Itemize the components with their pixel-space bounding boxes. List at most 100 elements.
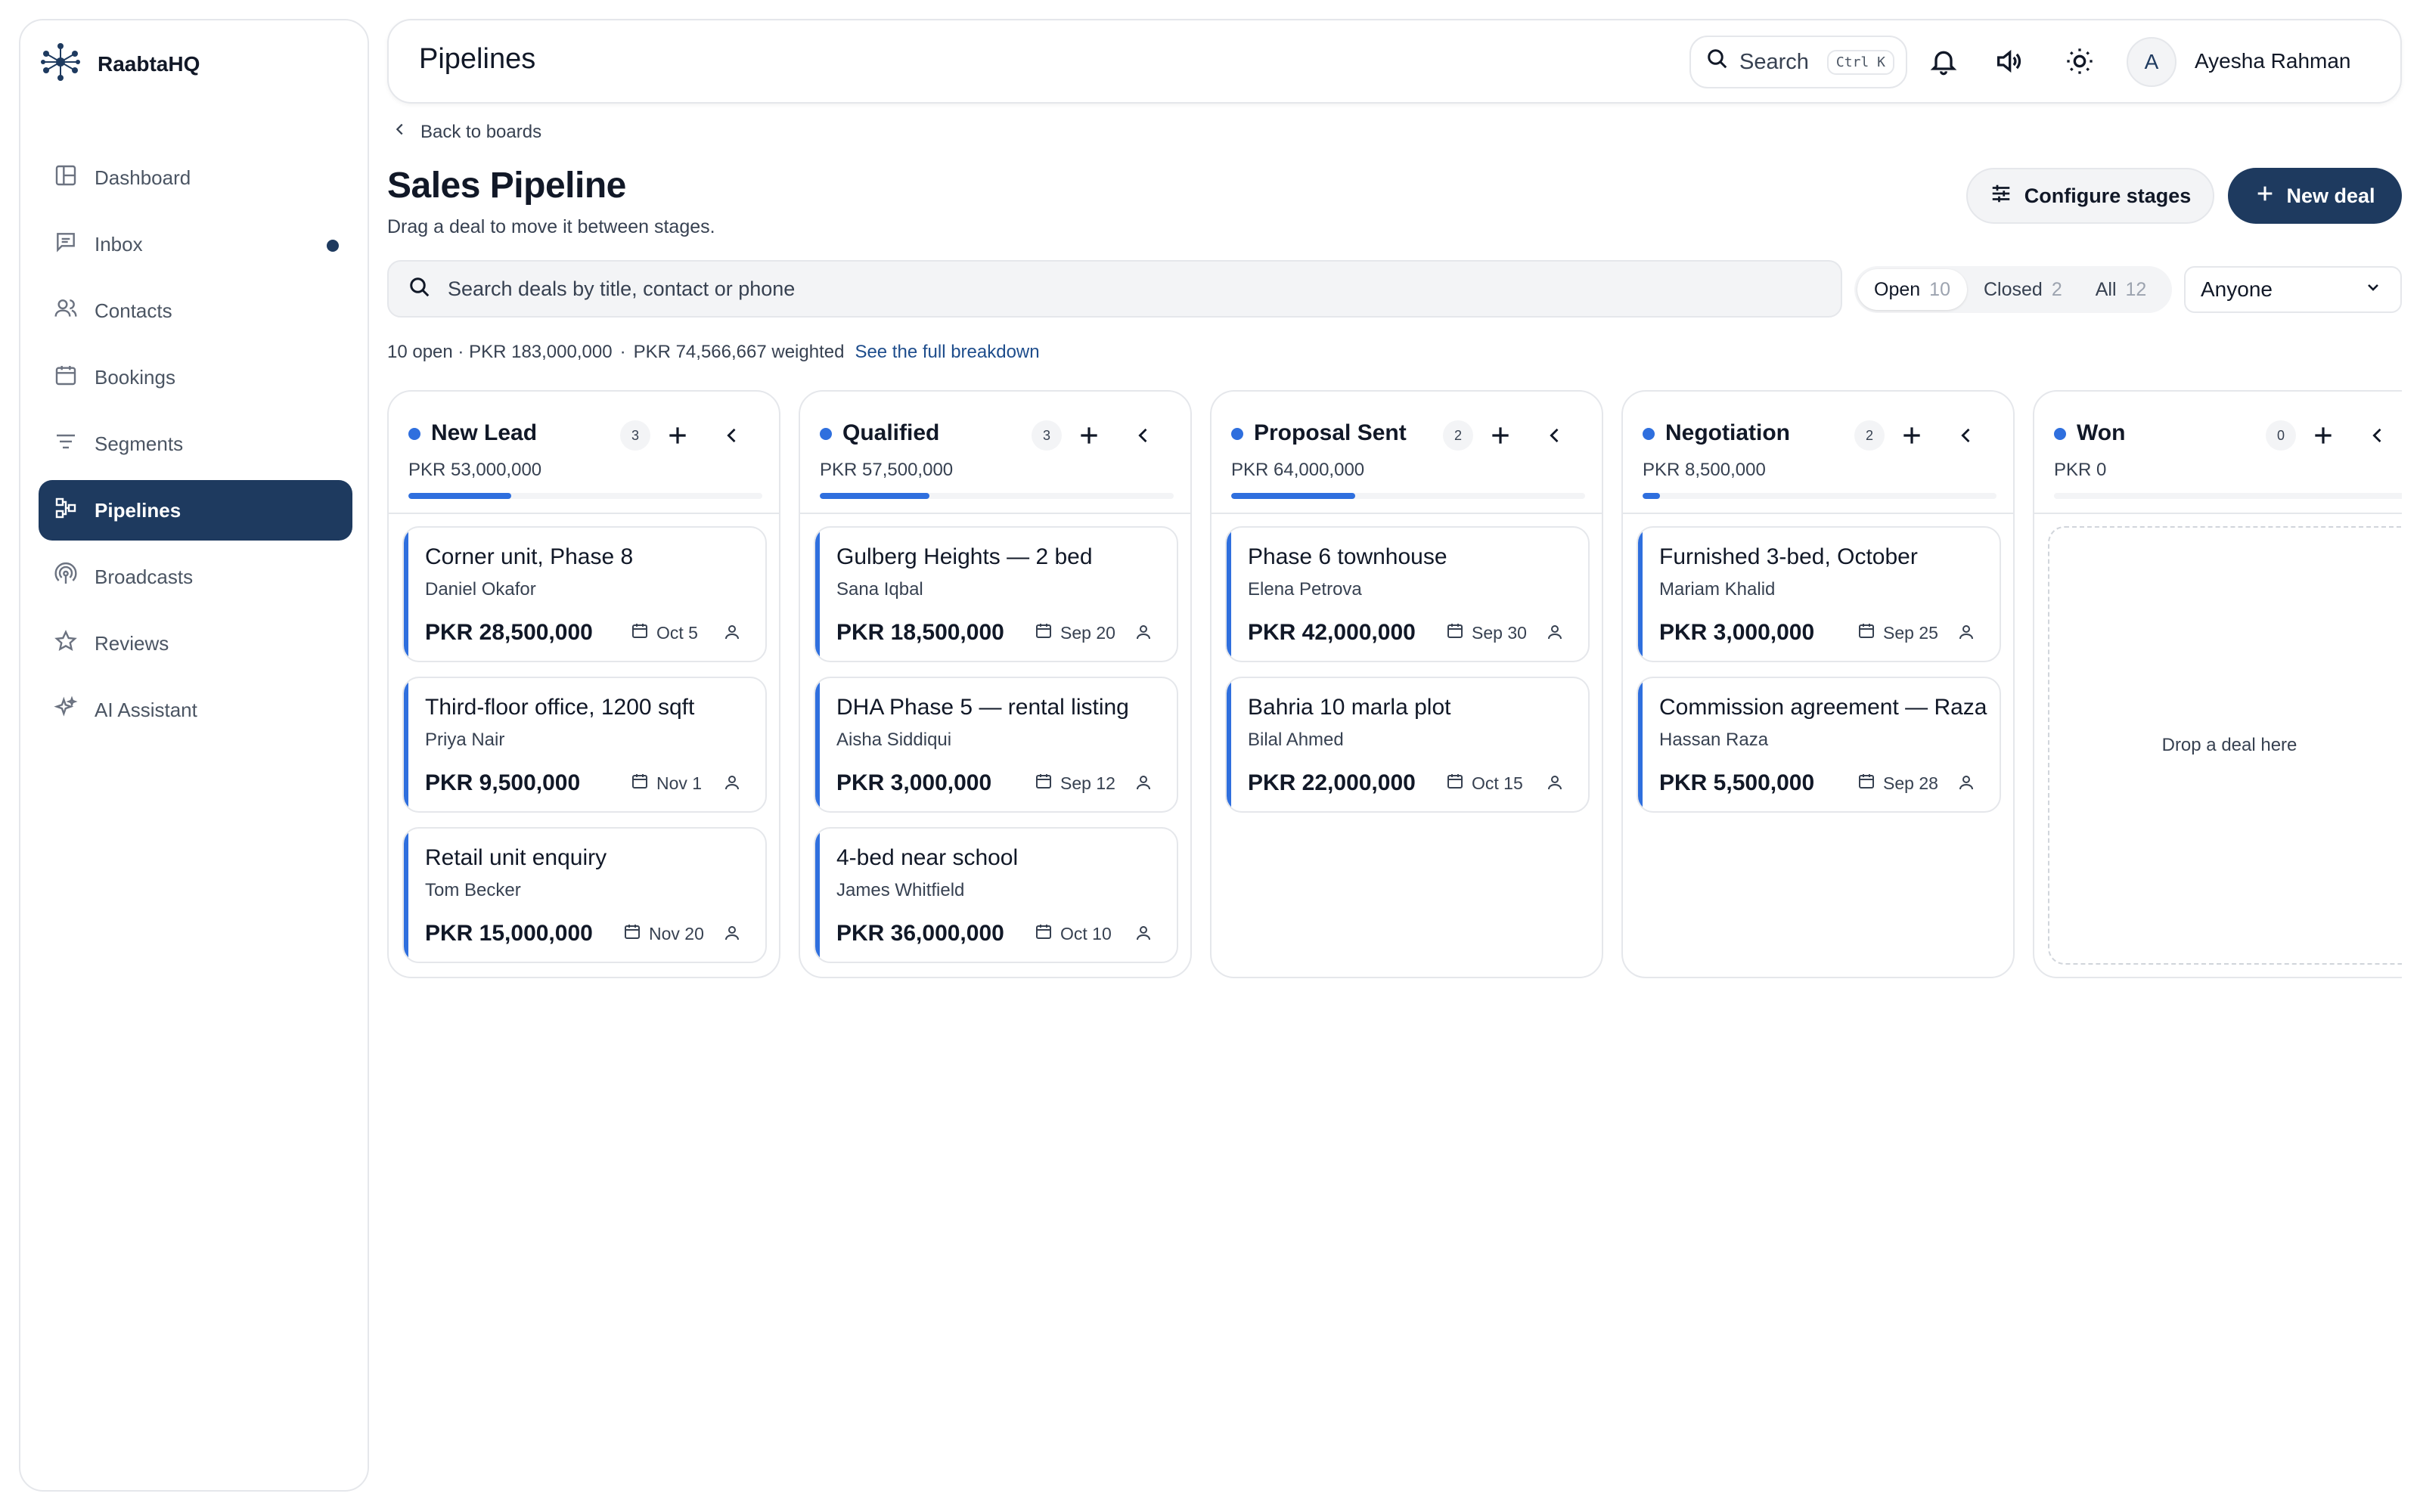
- sidebar: RaabtaHQ Dashboard Inbox Contacts Bookin…: [19, 19, 369, 1492]
- sound-button[interactable]: [1993, 46, 2024, 76]
- sidebar-item-inbox[interactable]: Inbox: [39, 214, 352, 274]
- theme-toggle-button[interactable]: [2065, 46, 2095, 76]
- deal-card[interactable]: Gulberg Heights — 2 bed Sana Iqbal PKR 1…: [814, 526, 1178, 662]
- calendar-icon: [631, 772, 649, 795]
- avatar[interactable]: A: [2127, 37, 2176, 87]
- stage-name: Negotiation: [1665, 420, 1790, 445]
- back-to-boards-link[interactable]: Back to boards: [392, 121, 541, 143]
- notifications-button[interactable]: [1928, 46, 1959, 76]
- assign-owner-button[interactable]: [723, 623, 741, 641]
- sidebar-item-pipelines[interactable]: Pipelines: [39, 480, 352, 541]
- stage-total-value: PKR 64,000,000: [1231, 460, 1365, 480]
- collapse-stage-button[interactable]: [2367, 425, 2388, 446]
- assign-owner-button[interactable]: [1134, 623, 1153, 641]
- add-deal-to-stage-button[interactable]: [2311, 423, 2335, 448]
- assign-owner-button[interactable]: [1546, 773, 1564, 792]
- stage-column[interactable]: New Lead 3 PKR 53,000,000 Corner unit, P…: [387, 390, 780, 978]
- sidebar-item-broadcasts[interactable]: Broadcasts: [39, 547, 352, 607]
- collapse-stage-button[interactable]: [721, 425, 743, 446]
- sidebar-item-contacts[interactable]: Contacts: [39, 280, 352, 341]
- page-heading: Pipelines: [419, 43, 536, 75]
- status-filter-all[interactable]: All 12: [2079, 269, 2164, 310]
- deal-card[interactable]: Phase 6 townhouse Elena Petrova PKR 42,0…: [1225, 526, 1590, 662]
- assign-owner-button[interactable]: [723, 773, 741, 792]
- stage-progress-bar: [820, 493, 1174, 499]
- sidebar-item-segments[interactable]: Segments: [39, 414, 352, 474]
- deal-card[interactable]: Corner unit, Phase 8 Daniel Okafor PKR 2…: [402, 526, 767, 662]
- collapse-stage-button[interactable]: [1544, 425, 1565, 446]
- deal-title: Commission agreement — Raza: [1659, 695, 1987, 720]
- deal-card[interactable]: Commission agreement — Raza Hassan Raza …: [1637, 677, 2001, 813]
- deal-due-date: Sep 20: [1035, 621, 1115, 644]
- deal-title: Corner unit, Phase 8: [425, 544, 634, 569]
- owner-select[interactable]: Anyone: [2184, 266, 2402, 313]
- add-deal-to-stage-button[interactable]: [666, 423, 690, 448]
- stage-header: New Lead 3 PKR 53,000,000: [389, 392, 779, 514]
- assign-owner-button[interactable]: [1957, 623, 1975, 641]
- deal-amount: PKR 42,000,000: [1248, 620, 1416, 645]
- stage-column[interactable]: Proposal Sent 2 PKR 64,000,000 Phase 6 t…: [1210, 390, 1603, 978]
- sidebar-item-bookings[interactable]: Bookings: [39, 347, 352, 407]
- deal-date-label: Sep 25: [1883, 622, 1938, 643]
- user-icon: [723, 776, 741, 795]
- stage-status-dot: [2054, 428, 2066, 440]
- collapse-stage-button[interactable]: [1956, 425, 1977, 446]
- stage-deal-count: 2: [1854, 420, 1885, 451]
- deal-card[interactable]: 4-bed near school James Whitfield PKR 36…: [814, 827, 1178, 963]
- new-deal-label: New deal: [2286, 184, 2375, 207]
- assign-owner-button[interactable]: [1134, 773, 1153, 792]
- deal-card[interactable]: Retail unit enquiry Tom Becker PKR 15,00…: [402, 827, 767, 963]
- user-icon: [1134, 776, 1153, 795]
- user-icon: [1134, 926, 1153, 945]
- stage-header: Negotiation 2 PKR 8,500,000: [1623, 392, 2013, 514]
- calendar-icon: [1857, 772, 1876, 795]
- assign-owner-button[interactable]: [723, 924, 741, 942]
- stage-progress-fill: [408, 493, 511, 499]
- deal-card[interactable]: Bahria 10 marla plot Bilal Ahmed PKR 22,…: [1225, 677, 1590, 813]
- deal-search-input[interactable]: [448, 277, 1809, 301]
- new-deal-button[interactable]: New deal: [2228, 168, 2402, 224]
- stage-header: Proposal Sent 2 PKR 64,000,000: [1212, 392, 1602, 514]
- stage-column[interactable]: Qualified 3 PKR 57,500,000 Gulberg Heigh…: [799, 390, 1192, 978]
- sidebar-nav: Dashboard Inbox Contacts Bookings Segmen…: [39, 147, 352, 746]
- stage-column[interactable]: Negotiation 2 PKR 8,500,000 Furnished 3-…: [1621, 390, 2015, 978]
- deal-due-date: Nov 20: [623, 922, 704, 945]
- chevron-left-icon: [1133, 428, 1154, 449]
- stage-status-dot: [1643, 428, 1655, 440]
- user-name[interactable]: Ayesha Rahman: [2195, 49, 2351, 73]
- pipeline-icon: [54, 496, 78, 525]
- configure-stages-button[interactable]: Configure stages: [1966, 168, 2214, 224]
- empty-dropzone[interactable]: Drop a deal here: [2048, 526, 2402, 965]
- status-filter-open[interactable]: Open 10: [1857, 269, 1967, 310]
- stage-progress-bar: [2054, 493, 2402, 499]
- sidebar-item-reviews[interactable]: Reviews: [39, 613, 352, 674]
- deal-amount: PKR 18,500,000: [836, 620, 1004, 645]
- deal-contact: Elena Petrova: [1248, 579, 1362, 600]
- global-search-button[interactable]: Search Ctrl K: [1689, 36, 1907, 88]
- full-breakdown-link[interactable]: See the full breakdown: [855, 342, 1039, 363]
- status-filter-closed[interactable]: Closed 2: [1967, 269, 2079, 310]
- stage-deal-count: 2: [1443, 420, 1473, 451]
- add-deal-to-stage-button[interactable]: [1077, 423, 1101, 448]
- stage-total-value: PKR 0: [2054, 460, 2107, 480]
- add-deal-to-stage-button[interactable]: [1900, 423, 1924, 448]
- calendar-icon: [1446, 772, 1464, 795]
- sidebar-item-ai-assistant[interactable]: AI Assistant: [39, 680, 352, 740]
- deal-search-field[interactable]: [387, 260, 1842, 318]
- speaker-icon: [1993, 49, 2024, 79]
- assign-owner-button[interactable]: [1546, 623, 1564, 641]
- sidebar-item-dashboard[interactable]: Dashboard: [39, 147, 352, 208]
- assign-owner-button[interactable]: [1957, 773, 1975, 792]
- sidebar-item-label: Broadcasts: [95, 565, 194, 588]
- deal-card[interactable]: Third-floor office, 1200 sqft Priya Nair…: [402, 677, 767, 813]
- brand[interactable]: RaabtaHQ: [39, 40, 200, 88]
- stage-column[interactable]: Won 0 PKR 0 Drop a deal here: [2033, 390, 2402, 978]
- deal-card[interactable]: Furnished 3-bed, October Mariam Khalid P…: [1637, 526, 2001, 662]
- add-deal-to-stage-button[interactable]: [1488, 423, 1512, 448]
- calendar-icon: [1446, 621, 1464, 644]
- deal-card[interactable]: DHA Phase 5 — rental listing Aisha Siddi…: [814, 677, 1178, 813]
- collapse-stage-button[interactable]: [1133, 425, 1154, 446]
- deal-date-label: Sep 30: [1472, 622, 1527, 643]
- assign-owner-button[interactable]: [1134, 924, 1153, 942]
- summary-open: 10 open · PKR 183,000,000: [387, 342, 613, 362]
